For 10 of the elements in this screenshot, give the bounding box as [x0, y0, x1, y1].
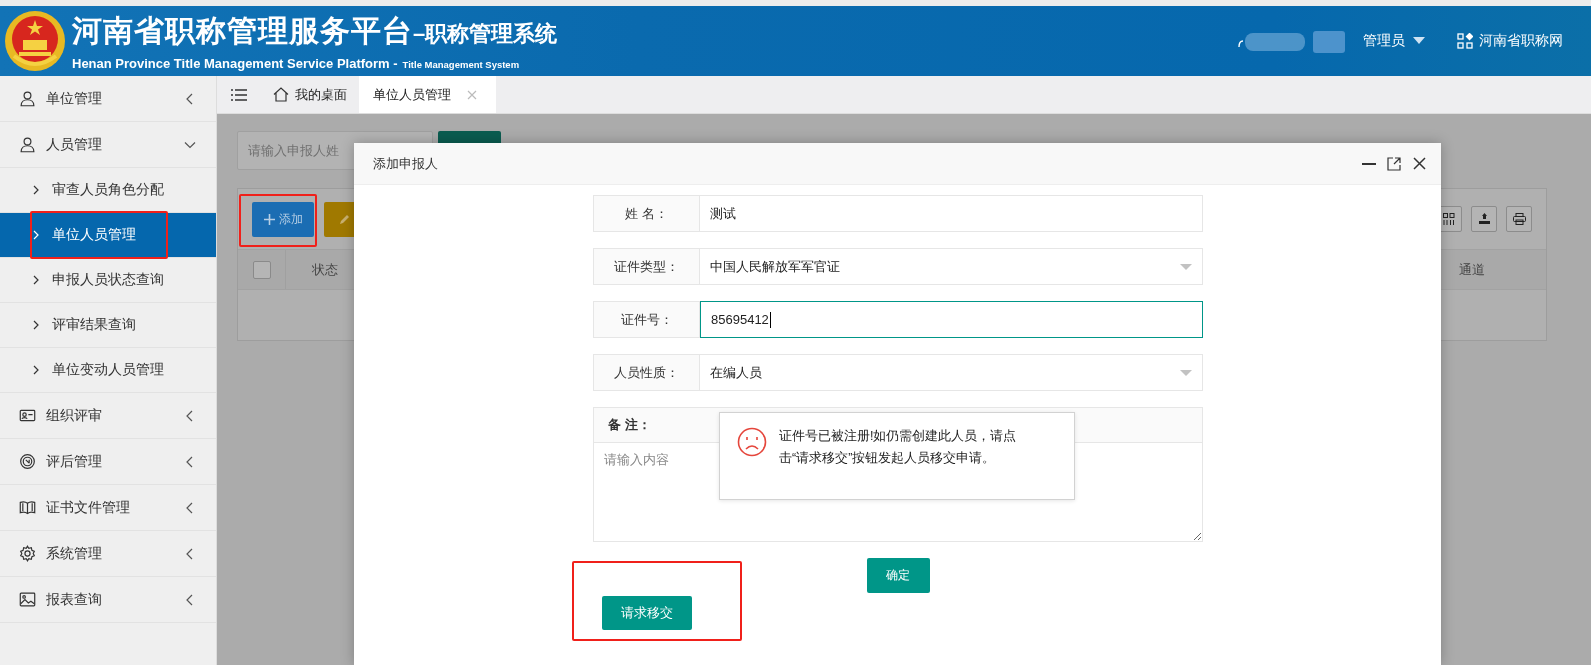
column-header: 通道 — [1459, 260, 1485, 279]
field-label: 证件类型： — [593, 248, 700, 285]
system-title: –职称管理系统 — [413, 21, 558, 48]
column-header: 状态 — [312, 260, 338, 279]
system-subtitle: Title Management System — [402, 59, 520, 70]
field-label: 人员性质： — [593, 354, 700, 391]
platform-title: 河南省职称管理服务平台 — [72, 13, 413, 49]
field-label: 证件号： — [593, 301, 700, 338]
field-label: 姓 名： — [593, 195, 700, 232]
platform-subtitle: Henan Province Title Management Service Platform - — [72, 56, 398, 71]
